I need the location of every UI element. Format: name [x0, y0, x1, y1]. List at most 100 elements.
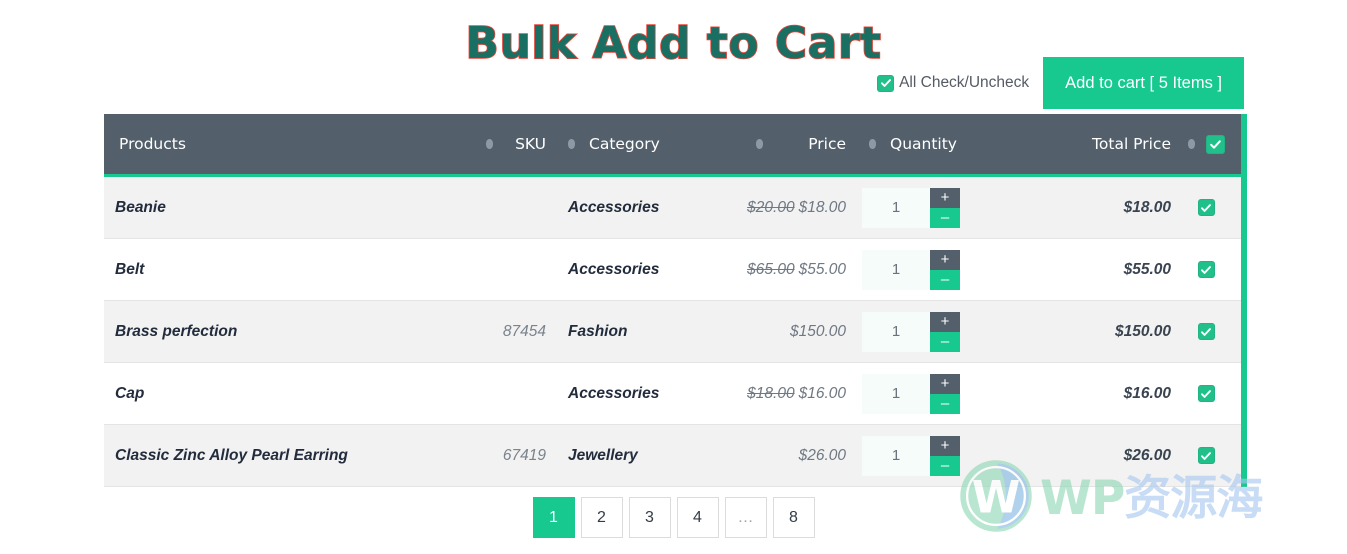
total-price-value: $55.00 [1123, 260, 1171, 278]
cell-product: Beanie [104, 175, 444, 239]
pagination-page-8[interactable]: 8 [772, 497, 815, 538]
cell-price-current: $26.00 [798, 446, 846, 464]
column-header-total-price[interactable]: Total Price [1001, 114, 1171, 177]
column-header-label: SKU [515, 135, 546, 153]
total-price-value: $18.00 [1123, 198, 1171, 216]
product-name: Belt [115, 260, 145, 278]
product-name: Brass perfection [115, 322, 238, 340]
table-row: Brass perfection 87454 Fashion $150.00 +– $15… [104, 300, 1244, 363]
column-header-category[interactable]: Category [556, 114, 661, 177]
quantity-stepper[interactable]: +– [862, 435, 960, 476]
table-row: Classic Zinc Alloy Pearl Earring 67419 Jew… [104, 424, 1244, 487]
row-select-checkbox[interactable] [1197, 261, 1215, 278]
quantity-stepper[interactable]: +– [862, 373, 960, 414]
quantity-increment-button[interactable]: + [930, 435, 960, 456]
quantity-decrement-button[interactable]: – [930, 393, 960, 414]
add-to-cart-button[interactable]: Add to cart [ 5 Items ] [1043, 57, 1244, 109]
cell-row-select [1171, 362, 1244, 425]
pagination-ellipsis[interactable]: … [724, 497, 767, 538]
cell-price-current: $150.00 [789, 322, 846, 340]
sort-indicator-icon[interactable] [486, 139, 494, 149]
row-select-checkbox[interactable] [1197, 323, 1215, 340]
quantity-decrement-button[interactable]: – [930, 331, 960, 352]
row-select-checkbox[interactable] [1197, 199, 1215, 216]
category-value: Fashion [568, 322, 628, 340]
cell-quantity: +– [856, 238, 1001, 301]
checkbox-checked-icon[interactable] [877, 74, 895, 92]
pagination-page-3[interactable]: 3 [628, 497, 671, 538]
quantity-decrement-button[interactable]: – [930, 269, 960, 290]
quantity-stepper[interactable]: +– [862, 249, 960, 290]
quantity-increment-button[interactable]: + [930, 187, 960, 208]
pagination-page-1[interactable]: 1 [532, 497, 575, 538]
total-price-value: $26.00 [1123, 446, 1171, 464]
quantity-stepper[interactable]: +– [862, 187, 960, 228]
cell-sku [444, 238, 556, 301]
category-value: Accessories [568, 384, 660, 402]
quantity-input[interactable] [862, 373, 930, 414]
cell-row-select [1171, 175, 1244, 239]
quantity-input[interactable] [862, 187, 930, 228]
sort-indicator-icon[interactable] [869, 139, 876, 149]
quantity-increment-button[interactable]: + [930, 311, 960, 332]
table-body: BeanieAccessories$20.00$18.00+–$18.00 Be… [104, 175, 1244, 487]
category-value: Accessories [568, 260, 660, 278]
quantity-decrement-button[interactable]: – [930, 207, 960, 228]
quantity-decrement-button[interactable]: – [930, 455, 960, 476]
all-check-uncheck-toggle[interactable]: All Check/Uncheck [877, 74, 1029, 92]
column-header-products[interactable]: Products [104, 114, 444, 177]
cell-row-select [1171, 424, 1244, 487]
cell-sku [444, 362, 556, 425]
table-row: CapAccessories$18.00$16.00+–$16.00 [104, 362, 1244, 425]
cell-quantity: +– [856, 300, 1001, 363]
cell-category: Fashion [556, 300, 661, 363]
category-value: Accessories [568, 198, 660, 216]
table-row: BeanieAccessories$20.00$18.00+–$18.00 [104, 175, 1244, 239]
quantity-increment-button[interactable]: + [930, 249, 960, 270]
column-header-label: Products [119, 135, 186, 153]
sku-value: 67419 [502, 446, 546, 464]
cell-price: $26.00 [661, 424, 856, 487]
row-select-checkbox[interactable] [1197, 385, 1215, 402]
cell-row-select [1171, 238, 1244, 301]
cell-price: $65.00 $55.00 [661, 238, 856, 301]
column-header-select-all[interactable] [1171, 114, 1244, 177]
column-header-quantity[interactable]: Quantity [856, 114, 1001, 177]
quantity-input[interactable] [862, 311, 930, 352]
quantity-stepper[interactable]: +– [862, 311, 960, 352]
quantity-input[interactable] [862, 435, 930, 476]
sort-indicator-icon[interactable] [568, 139, 575, 149]
quantity-increment-button[interactable]: + [930, 373, 960, 394]
category-value: Jewellery [568, 446, 638, 464]
cell-quantity: +– [856, 424, 1001, 487]
column-header-price[interactable]: Price [661, 114, 856, 177]
row-select-checkbox[interactable] [1197, 447, 1215, 464]
cell-product: Brass perfection [104, 300, 444, 363]
table-toolbar: All Check/Uncheck Add to cart [ 5 Items … [877, 57, 1244, 109]
column-header-label: Quantity [890, 135, 957, 153]
cell-price-current: $16.00 [798, 384, 846, 402]
cell-category: Accessories [556, 362, 661, 425]
product-name: Classic Zinc Alloy Pearl Earring [115, 446, 348, 464]
quantity-input[interactable] [862, 249, 930, 290]
bulk-add-to-cart-table: Products SKU Category Price Quantity Tot… [104, 114, 1247, 487]
cell-price: $20.00 $18.00 [661, 175, 856, 239]
pagination-page-2[interactable]: 2 [580, 497, 623, 538]
cell-category: Accessories [556, 175, 661, 239]
select-all-checkbox[interactable] [1205, 134, 1225, 154]
column-header-label: Category [589, 135, 660, 153]
cell-price: $18.00 $16.00 [661, 362, 856, 425]
cell-price-original: $20.00 [747, 198, 795, 216]
cell-quantity: +– [856, 175, 1001, 239]
cell-sku: 67419 [444, 424, 556, 487]
sku-value: 87454 [502, 322, 546, 340]
pagination-page-4[interactable]: 4 [676, 497, 719, 538]
cell-total-price: $16.00 [1001, 362, 1171, 425]
column-header-label: Price [808, 135, 846, 153]
product-name: Beanie [115, 198, 166, 216]
sort-indicator-icon[interactable] [1187, 139, 1195, 149]
cell-category: Accessories [556, 238, 661, 301]
sort-indicator-icon[interactable] [756, 139, 764, 149]
column-header-sku[interactable]: SKU [444, 114, 556, 177]
cell-sku [444, 175, 556, 239]
